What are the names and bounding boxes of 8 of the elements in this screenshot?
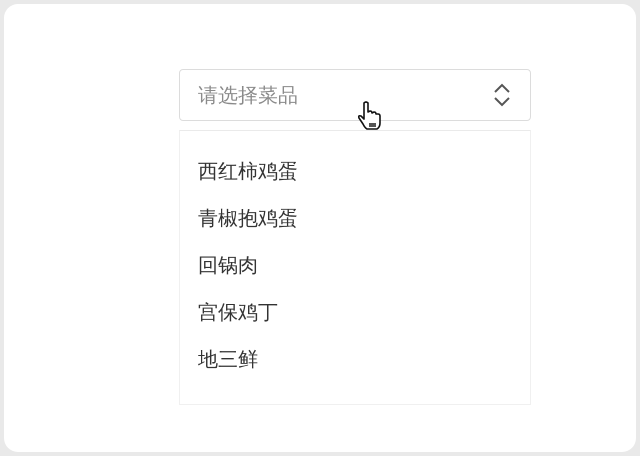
dropdown-option[interactable]: 宫保鸡丁 <box>180 298 530 345</box>
dropdown-option[interactable]: 地三鲜 <box>180 345 530 392</box>
dropdown-option[interactable]: 青椒抱鸡蛋 <box>180 204 530 251</box>
dropdown-option[interactable]: 回锅肉 <box>180 251 530 298</box>
chevron-up-down-icon <box>492 82 512 108</box>
pointer-hand-icon <box>357 101 383 131</box>
placeholder-text: 请选择菜品 <box>198 82 298 108</box>
dropdown-option[interactable]: 西红柿鸡蛋 <box>180 157 530 204</box>
